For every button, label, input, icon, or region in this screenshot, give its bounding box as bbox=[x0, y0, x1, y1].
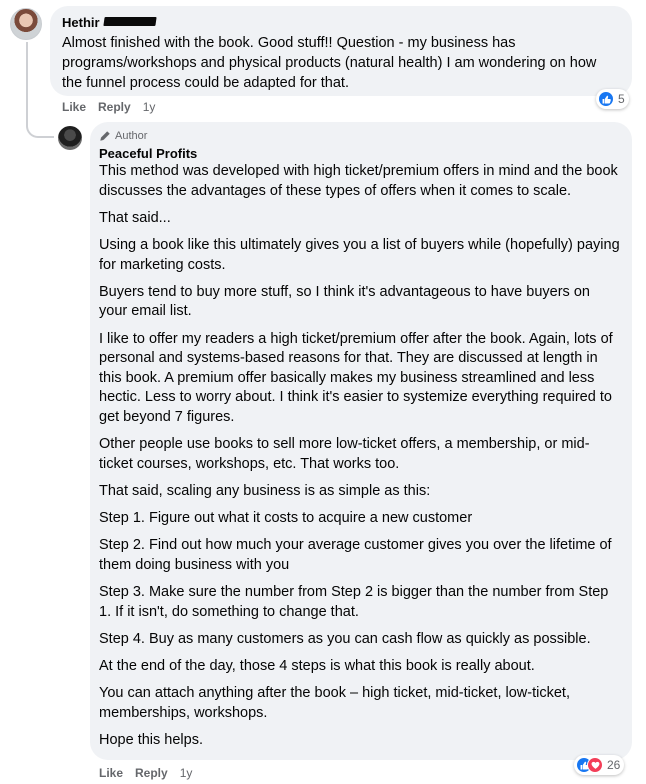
author-badge-label: Author bbox=[115, 129, 148, 142]
reply-paragraph: Step 2. Find out how much your average c… bbox=[99, 537, 612, 573]
top-comment-author[interactable]: Hethir bbox=[62, 15, 100, 31]
reply-comment-actions: Like Reply 1y bbox=[99, 766, 204, 780]
reply-button[interactable]: Reply bbox=[135, 766, 168, 780]
top-comment-bubble: Hethir Almost finished with the book. Go… bbox=[50, 6, 632, 96]
pencil-icon bbox=[100, 131, 110, 141]
love-icon bbox=[587, 757, 603, 773]
reply-button[interactable]: Reply bbox=[98, 100, 131, 114]
reply-paragraph: Step 3. Make sure the number from Step 2… bbox=[99, 584, 609, 620]
reply-paragraph: Hope this helps. bbox=[99, 731, 203, 748]
author-badge: Author bbox=[99, 129, 622, 143]
top-comment-actions: Like Reply 1y bbox=[62, 100, 167, 114]
reply-paragraph: This method was developed with high tick… bbox=[99, 163, 618, 199]
like-button[interactable]: Like bbox=[62, 100, 86, 114]
like-icon bbox=[598, 91, 614, 107]
reply-paragraph: Using a book like this ultimately gives … bbox=[99, 236, 620, 273]
comment-timestamp[interactable]: 1y bbox=[143, 100, 156, 114]
reaction-count: 26 bbox=[607, 758, 621, 772]
reply-paragraph: Other people use books to sell more low-… bbox=[99, 436, 590, 472]
reaction-count: 5 bbox=[618, 92, 625, 106]
top-comment-reactions[interactable]: 5 bbox=[596, 89, 629, 109]
avatar-peaceful-profits[interactable] bbox=[58, 126, 82, 150]
redacted-surname bbox=[102, 17, 157, 26]
reply-paragraph: I like to offer my readers a high ticket… bbox=[99, 330, 613, 425]
reply-paragraph: You can attach anything after the book –… bbox=[99, 685, 570, 721]
reply-comment-text: This method was developed with high tick… bbox=[99, 162, 622, 751]
reply-paragraph: Step 1. Figure out what it costs to acqu… bbox=[99, 510, 473, 527]
avatar-hethir[interactable] bbox=[10, 8, 42, 40]
reply-paragraph: At the end of the day, those 4 steps is … bbox=[99, 658, 535, 674]
reply-paragraph: That said, scaling any business is as si… bbox=[99, 482, 431, 499]
reply-comment-author[interactable]: Peaceful Profits bbox=[99, 146, 622, 162]
reply-comment-bubble: Author Peaceful Profits This method was … bbox=[90, 122, 632, 760]
comment-timestamp[interactable]: 1y bbox=[180, 766, 193, 780]
reply-comment-reactions[interactable]: 26 bbox=[574, 755, 625, 775]
reply-paragraph: Buyers tend to buy more stuff, so I thin… bbox=[99, 283, 590, 320]
top-comment-text: Almost finished with the book. Good stuf… bbox=[62, 35, 597, 91]
reply-paragraph: That said... bbox=[99, 209, 171, 226]
reply-paragraph: Step 4. Buy as many customers as you can… bbox=[99, 630, 591, 647]
like-button[interactable]: Like bbox=[99, 766, 123, 780]
